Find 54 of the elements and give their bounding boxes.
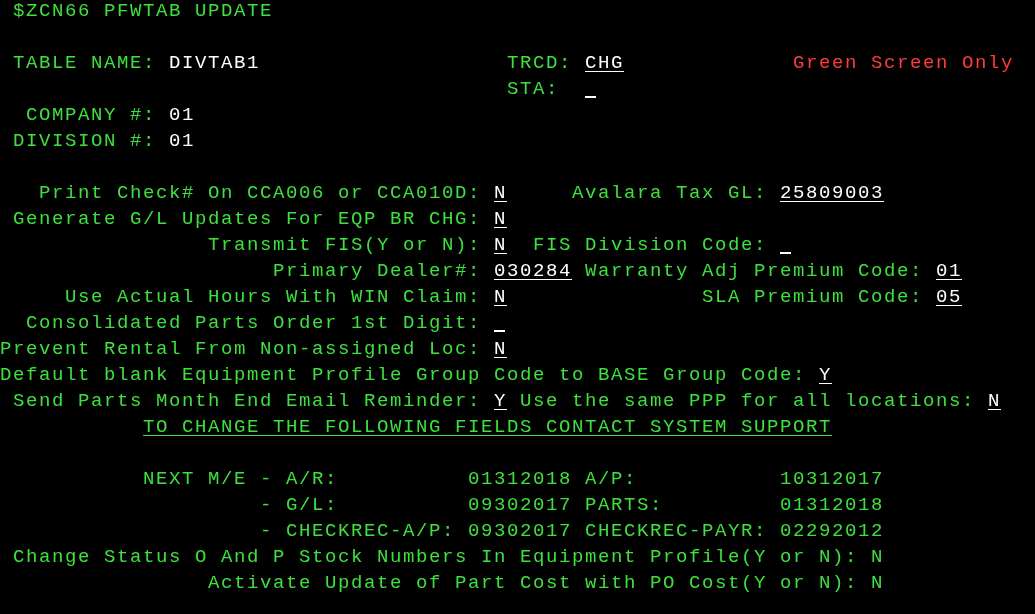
input-field[interactable]: N xyxy=(494,284,507,310)
field-label: STA: xyxy=(507,77,559,102)
input-field[interactable]: 01 xyxy=(936,258,962,284)
field-value: DIVTAB1 xyxy=(169,51,260,76)
field-label: PARTS: xyxy=(585,493,663,518)
field-value: N xyxy=(871,571,884,596)
field-value: 01312018 xyxy=(780,493,884,518)
field-label: FIS Division Code: xyxy=(533,233,767,258)
field-label: SLA Premium Code: xyxy=(702,285,923,310)
field-value: 02292012 xyxy=(780,519,884,544)
field-label: Consolidated Parts Order 1st Digit: xyxy=(26,311,481,336)
input-field[interactable]: N xyxy=(494,336,507,362)
field-value: 01312018 xyxy=(468,467,572,492)
field-value: 01 xyxy=(169,129,195,154)
input-field[interactable]: Y xyxy=(819,362,832,388)
field-value: 09302017 xyxy=(468,519,572,544)
field-label: Use the same PPP for all locations: xyxy=(520,389,975,414)
input-field[interactable]: N xyxy=(494,180,507,206)
notice-text: TO CHANGE THE FOLLOWING FIELDS CONTACT SYSTEM SUPPORT xyxy=(143,415,832,440)
field-label: Avalara Tax GL: xyxy=(572,181,767,206)
field-label: - CHECKREC-A/P: xyxy=(260,519,455,544)
field-label: Change Status O And P Stock Numbers In Equipment Profile(Y or N): xyxy=(13,545,858,570)
field-label: Transmit FIS(Y or N): xyxy=(208,233,481,258)
input-field[interactable]: 25809003 xyxy=(780,180,884,206)
input-field[interactable]: N xyxy=(988,388,1001,414)
screen-title: $ZCN66 PFWTAB UPDATE xyxy=(13,0,273,24)
field-label: Print Check# On CCA006 or CCA010D: xyxy=(39,181,481,206)
field-label: Default blank Equipment Profile Group Code to BASE Group Code: xyxy=(0,363,806,388)
input-field[interactable]: CHG xyxy=(585,50,624,76)
field-label: Warranty Adj Premium Code: xyxy=(585,259,923,284)
input-field[interactable]: N xyxy=(494,206,507,232)
field-label: Send Parts Month End Email Reminder: xyxy=(13,389,481,414)
field-label: Activate Update of Part Cost with PO Cost(Y or N): xyxy=(208,571,858,596)
input-field[interactable]: 05 xyxy=(936,284,962,310)
field-label: COMPANY #: xyxy=(26,103,156,128)
warning-text: Green Screen Only xyxy=(793,51,1014,76)
field-value: 09302017 xyxy=(468,493,572,518)
field-label: - G/L: xyxy=(260,493,338,518)
input-field[interactable]: 030284 xyxy=(494,258,572,284)
field-label: A/P: xyxy=(585,467,637,492)
field-label: Use Actual Hours With WIN Claim: xyxy=(65,285,481,310)
field-label: TABLE NAME: xyxy=(13,51,156,76)
field-label: Prevent Rental From Non-assigned Loc: xyxy=(0,337,481,362)
input-field[interactable]: Y xyxy=(494,388,507,414)
field-label: TRCD: xyxy=(507,51,572,76)
field-value: 10312017 xyxy=(780,467,884,492)
field-value: 01 xyxy=(169,103,195,128)
field-label: DIVISION #: xyxy=(13,129,156,154)
field-label: Primary Dealer#: xyxy=(273,259,481,284)
field-label: CHECKREC-PAYR: xyxy=(585,519,767,544)
input-field[interactable]: N xyxy=(494,232,507,258)
field-label: NEXT M/E - A/R: xyxy=(143,467,338,492)
field-label: Generate G/L Updates For EQP BR CHG: xyxy=(13,207,481,232)
field-value: N xyxy=(871,545,884,570)
